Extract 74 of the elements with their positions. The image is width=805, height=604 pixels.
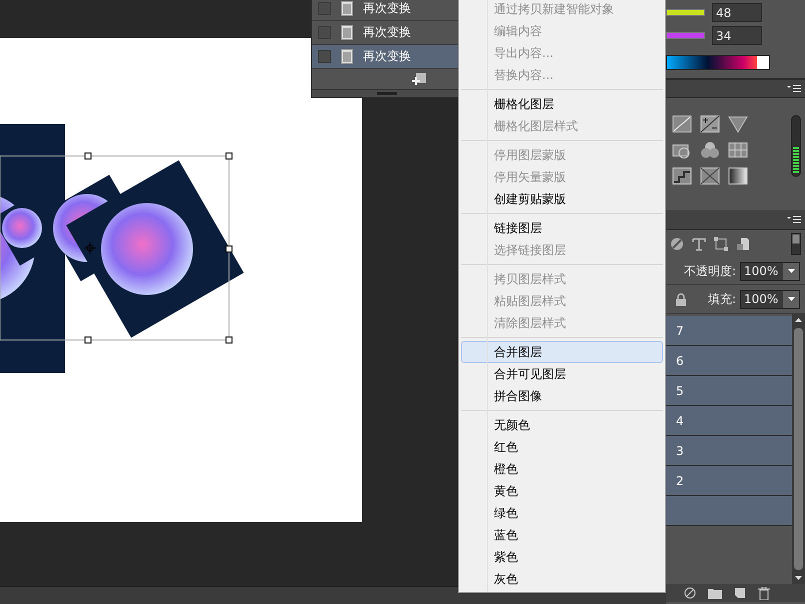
opacity-dropdown[interactable]: 100% [740, 262, 800, 280]
layer-name: 4 [676, 414, 684, 428]
checkbox[interactable] [318, 2, 331, 15]
document-icon[interactable] [341, 1, 353, 16]
fill-dropdown[interactable]: 100% [740, 290, 800, 308]
fill-label: 填充: [708, 290, 736, 308]
toggle-switch-icon[interactable] [791, 233, 801, 255]
caret-icon [788, 297, 794, 301]
layer-row[interactable]: 7 [666, 316, 792, 346]
circle-half-icon[interactable] [684, 587, 696, 599]
panel-menu-icon[interactable] [787, 84, 801, 92]
menu-item[interactable]: 紫色 [461, 546, 663, 568]
lock-icon[interactable] [676, 292, 686, 306]
circle-half-icon[interactable] [670, 237, 684, 251]
menu-item[interactable]: 黄色 [461, 480, 663, 502]
menu-item[interactable]: 创建剪贴蒙版 [461, 188, 663, 210]
gradient-icon[interactable] [728, 167, 748, 185]
checkbox[interactable] [318, 50, 331, 63]
color-spectrum[interactable] [666, 55, 770, 70]
history-label: 再次变换 [363, 24, 411, 41]
layer-row[interactable]: 2 [666, 466, 792, 496]
layer-row[interactable]: 6 [666, 346, 792, 376]
triangle-icon[interactable] [728, 115, 748, 133]
exposure-icon[interactable] [700, 115, 720, 133]
transform-box[interactable] [0, 152, 232, 344]
history-label: 再次变换 [363, 0, 411, 17]
layer-name: 7 [676, 324, 684, 338]
new-snapshot-icon[interactable] [412, 73, 426, 85]
menu-item[interactable]: 无颜色 [461, 414, 663, 436]
document-icon[interactable] [341, 49, 353, 64]
caret-icon [788, 269, 794, 273]
crosshair-cursor-icon [84, 242, 96, 254]
menu-item[interactable]: 灰色 [461, 568, 663, 590]
menu-item[interactable]: 合并图层 [461, 341, 663, 363]
menu-item[interactable]: 绿色 [461, 502, 663, 524]
menu-item[interactable]: 链接图层 [461, 217, 663, 239]
panel-menu-icon[interactable] [787, 216, 801, 224]
menu-item[interactable]: 合并可见图层 [461, 363, 663, 385]
layer-row[interactable]: 3 [666, 436, 792, 466]
layer-row[interactable]: 5 [666, 376, 792, 406]
color-slider-track[interactable] [666, 9, 705, 16]
checkbox[interactable] [318, 26, 331, 39]
folder-icon[interactable] [708, 588, 722, 598]
layer-name: 5 [676, 384, 684, 398]
layer-row[interactable]: 4 [666, 406, 792, 436]
level-meter-drawing [791, 115, 801, 177]
value-field[interactable]: 34 [712, 26, 762, 45]
color-slider-track[interactable] [666, 32, 705, 39]
scrollbar[interactable] [792, 314, 805, 584]
grid-icon[interactable] [728, 141, 748, 159]
scroll-up-icon[interactable] [795, 318, 802, 322]
trash-icon[interactable] [758, 586, 770, 600]
grip-icon [377, 92, 397, 95]
layer-name: 6 [676, 354, 684, 368]
curves-icon[interactable] [672, 115, 692, 133]
menu-item[interactable]: 橙色 [461, 458, 663, 480]
opacity-label: 不透明度: [684, 262, 736, 280]
document-icon[interactable] [736, 237, 750, 251]
transform-icon[interactable] [714, 237, 728, 251]
value-field[interactable]: 48 [712, 3, 762, 22]
layer-name: 2 [676, 474, 684, 488]
three-circles-icon[interactable] [700, 141, 720, 159]
document-icon[interactable] [341, 25, 353, 40]
stair-icon[interactable] [672, 167, 692, 185]
new-layer-icon[interactable] [734, 587, 746, 599]
layer-name: 3 [676, 444, 684, 458]
menu-item[interactable]: 红色 [461, 436, 663, 458]
text-icon[interactable] [692, 237, 706, 251]
menu-item[interactable]: 栅格化图层 [461, 93, 663, 115]
scroll-down-icon[interactable] [795, 576, 802, 580]
menu-item[interactable]: 拼合图像 [461, 385, 663, 407]
menu-item[interactable]: 蓝色 [461, 524, 663, 546]
history-label: 再次变换 [363, 48, 411, 65]
layer-row[interactable] [666, 496, 792, 526]
